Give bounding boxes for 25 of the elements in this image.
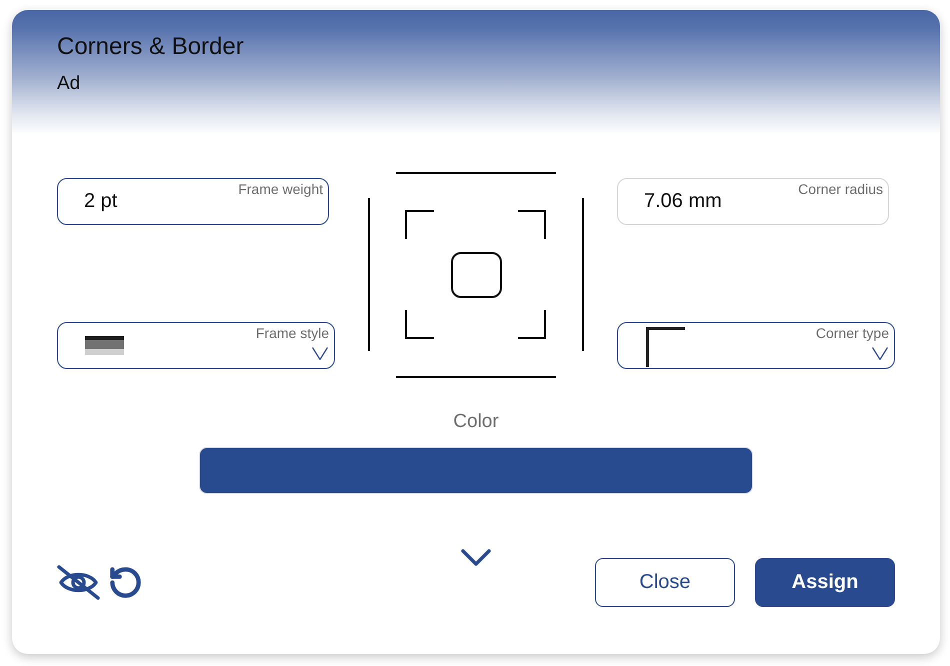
chevron-down-icon — [312, 347, 328, 360]
field-label: Frame style — [256, 325, 329, 342]
undo-icon[interactable] — [108, 565, 143, 600]
secondary-button[interactable]: Close — [595, 558, 735, 607]
chevron-down-icon[interactable] — [461, 549, 491, 566]
corner-icon — [646, 327, 685, 367]
dialog-title: Corners & Border — [57, 32, 244, 62]
primary-button[interactable]: Assign — [755, 558, 895, 607]
field-label: Corner radius — [798, 181, 883, 198]
corner-type-dropdown[interactable]: Corner type — [617, 322, 895, 369]
rounded-square-preview — [451, 252, 502, 298]
frame-weight-field[interactable]: 2 pt Frame weight — [57, 178, 329, 225]
top-right-corner-mark[interactable] — [518, 210, 546, 239]
line-style-icon — [85, 336, 124, 355]
chevron-down-icon — [872, 347, 888, 360]
color-label: Color — [453, 411, 499, 433]
frame-style-dropdown[interactable]: Frame style — [57, 322, 335, 369]
top-left-corner-mark[interactable] — [405, 210, 434, 239]
field-label: Corner type — [816, 325, 889, 342]
bottom-left-corner-mark[interactable] — [405, 310, 434, 339]
bottom-right-corner-mark[interactable] — [518, 310, 546, 339]
field-label: Frame weight — [238, 181, 323, 198]
color-swatch-field[interactable] — [199, 447, 753, 494]
eye-off-icon[interactable] — [57, 565, 100, 600]
dialog-subtitle: Ad — [57, 72, 80, 96]
